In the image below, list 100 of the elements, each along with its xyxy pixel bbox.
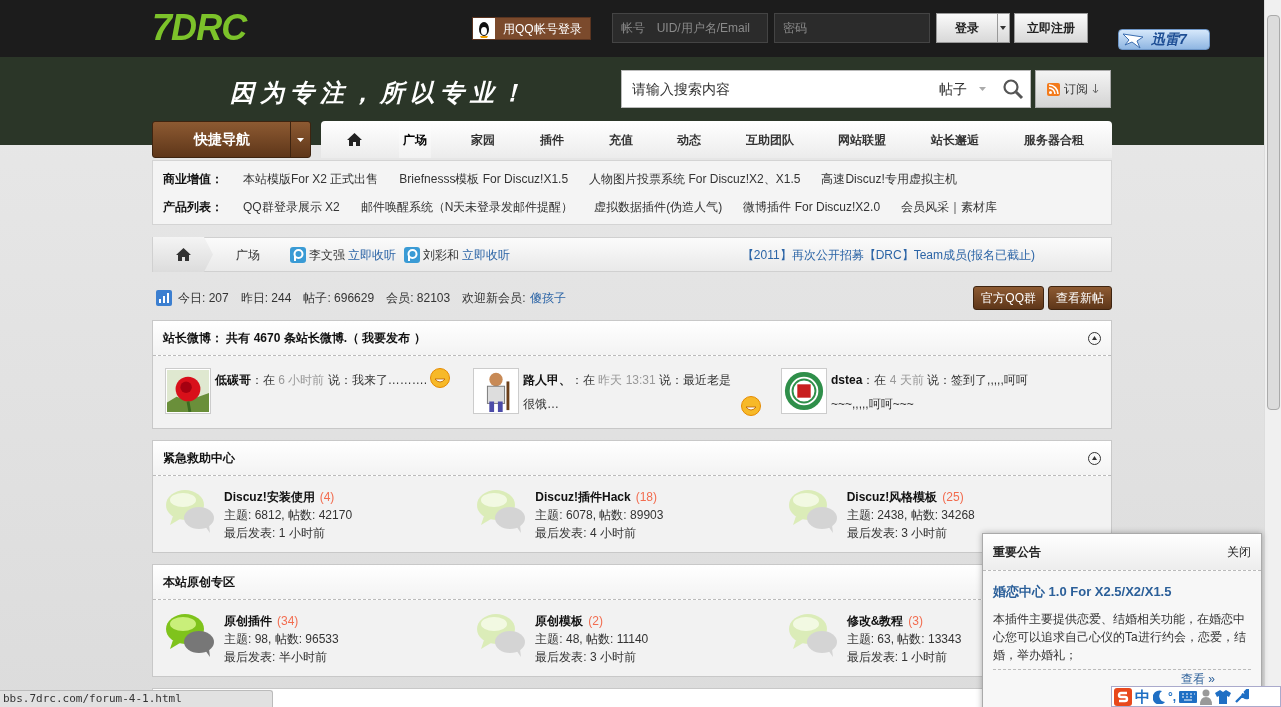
password-field[interactable]: 密码 <box>773 13 930 43</box>
emoji-icon <box>741 396 761 416</box>
forum-link[interactable]: 原创模板 <box>535 612 584 630</box>
slogan: 因为专注，所以专业！ <box>229 77 531 109</box>
follow-link[interactable]: 立即收听 <box>348 245 396 264</box>
nav-tab[interactable]: 互助团队 <box>741 121 798 158</box>
emoji-icon <box>430 368 451 388</box>
forum-link[interactable]: Discuz!风格模板 <box>846 488 938 506</box>
rss-icon <box>1047 82 1060 96</box>
last-post: 最后发表: 4 小时前 <box>535 525 637 542</box>
caret-icon <box>1000 26 1007 30</box>
input-mode-button[interactable]: 中 <box>1135 687 1150 706</box>
wrench-icon <box>1234 689 1250 704</box>
penguin-icon <box>473 18 495 39</box>
panel-title: 本站原创专区 <box>163 574 235 591</box>
last-post: 最后发表: 1 小时前 <box>846 649 949 666</box>
subscribe-button[interactable]: 订阅 <box>1035 70 1111 108</box>
post-text: 路人甲、：在 昨天 13:31 说：最近老是很饿… <box>523 372 733 413</box>
nav-tab[interactable]: 动态 <box>673 121 706 158</box>
listen-icon <box>290 246 306 263</box>
shirt-icon <box>1215 689 1232 704</box>
nav-tab[interactable]: 插件 <box>536 121 569 158</box>
headline-link[interactable]: 婚恋中心 1.0 For X2.5/X2/X1.5 <box>993 582 1251 602</box>
forum-stats: 主题: 6812, 帖数: 42170 <box>224 507 353 524</box>
home-icon <box>347 133 363 146</box>
promo-link[interactable]: 会员风采｜素材库 <box>901 197 998 216</box>
home-link[interactable] <box>153 237 213 272</box>
post-text: 低碳哥：在 6 小时前 说：我来了………. <box>215 372 428 389</box>
up-arrow-icon <box>1092 336 1097 340</box>
moon-icon <box>1153 689 1165 704</box>
up-arrow-icon <box>1092 456 1097 460</box>
user-name: 李文强 <box>309 246 345 264</box>
nav-tab[interactable]: 网站联盟 <box>834 121 891 158</box>
action-button[interactable]: 官方QQ群 <box>973 285 1044 310</box>
qq-login-button[interactable]: 用QQ帐号登录 <box>472 17 591 40</box>
promo-link[interactable]: 高速Discuz!专用虚拟主机 <box>821 169 957 188</box>
thread-count: (34) <box>277 613 299 630</box>
close-button[interactable]: 关闭 <box>1227 543 1251 561</box>
stat-text: 今日: 207 <box>178 289 229 307</box>
stat-text: 帖子: 696629 <box>303 289 375 307</box>
listen-icon <box>404 246 420 263</box>
forum-link[interactable]: Discuz!安装使用 <box>224 488 315 506</box>
more-link[interactable]: 查看 » <box>1181 671 1215 686</box>
promo-link[interactable]: QQ群登录展示 X2 <box>243 197 340 216</box>
status-bar: bbs.7drc.com/forum-4-1.html <box>0 690 273 707</box>
login-button[interactable]: 登录 <box>935 13 998 43</box>
breadcrumb-current: 广场 <box>236 246 260 264</box>
thread-count: (18) <box>635 489 658 506</box>
thread-count: (25) <box>942 489 964 506</box>
stat-text: 昨日: 244 <box>240 289 292 307</box>
promo-link[interactable]: 虚拟数据插件(伪造人气) <box>594 197 723 216</box>
site-logo[interactable]: 7DRC <box>152 8 472 48</box>
nav-tab[interactable]: 站长邂逅 <box>927 121 984 158</box>
popup-title: 重要公告 <box>993 544 1041 561</box>
search-type-select[interactable]: 帖子 <box>939 78 967 100</box>
last-post: 最后发表: 半小时前 <box>224 649 328 666</box>
forum-stats: 主题: 48, 帖数: 11140 <box>535 631 649 648</box>
row-label: 产品列表： <box>163 198 224 216</box>
thread-count: (2) <box>588 613 603 630</box>
row-label: 商业增值： <box>163 170 224 188</box>
announcement-text: 本插件主要提供恋爱、结婚相关功能，在婚恋中心您可以追求自己心仪的Ta进行约会，恋爱，结婚，举办婚礼； <box>993 610 1247 664</box>
app-badge[interactable]: 迅雷7 <box>1118 29 1210 50</box>
promo-link[interactable]: 本站模版For X2 正式出售 <box>243 169 379 188</box>
scrollbar[interactable] <box>1264 0 1281 686</box>
forum-stats: 主题: 98, 帖数: 96533 <box>224 631 339 648</box>
forum-link[interactable]: 修改&教程 <box>846 612 904 630</box>
notice-link[interactable]: 【2011】再次公开招募【DRC】Team成员(报名已截止) <box>741 245 1035 264</box>
caret-icon <box>979 87 986 91</box>
user-name: 刘彩和 <box>423 246 459 264</box>
punctuation-button[interactable]: °, <box>1168 688 1177 705</box>
follow-link[interactable]: 立即收听 <box>462 245 510 264</box>
post-text: dstea：在 4 天前 说：签到了,,,,,呵呵~~~,,,,,呵呵~~~ <box>831 372 1029 413</box>
last-post: 最后发表: 3 小时前 <box>846 525 949 542</box>
forum-link[interactable]: Discuz!插件Hack <box>535 488 631 506</box>
down-arrow-icon <box>1092 84 1099 94</box>
search-field[interactable]: 请输入搜索内容 帖子 <box>621 70 1031 108</box>
nav-tab[interactable]: 服务器合租 <box>1019 121 1088 158</box>
promo-link[interactable]: 邮件唤醒系统（N天未登录发邮件提醒） <box>360 197 574 216</box>
stat-label: 欢迎新会员: <box>462 289 526 307</box>
register-button[interactable]: 立即注册 <box>1013 13 1088 43</box>
quick-nav-button[interactable]: 快捷导航 <box>152 121 311 158</box>
caret-icon <box>297 137 304 142</box>
panel-title: 紧急救助中心 <box>163 450 235 467</box>
promo-link[interactable]: 微博插件 For Discuz!X2.0 <box>743 197 881 216</box>
forum-stats: 主题: 63, 帖数: 13343 <box>846 631 962 648</box>
forum-link[interactable]: 原创插件 <box>224 612 272 630</box>
panel-title: 站长微博： 共有 4670 条站长微博.（ 我要发布 ） <box>163 330 426 347</box>
username-field[interactable]: 帐号 UID/用户名/Email <box>611 13 768 43</box>
home-icon <box>175 248 191 261</box>
last-post: 最后发表: 3 小时前 <box>535 649 637 666</box>
promo-link[interactable]: 人物图片投票系统 For Discuz!X2、X1.5 <box>589 169 801 188</box>
search-icon <box>1002 78 1024 100</box>
action-button[interactable]: 查看新帖 <box>1048 285 1112 310</box>
person-icon <box>1200 688 1213 705</box>
member-link[interactable]: 傻孩子 <box>529 288 566 307</box>
forum-stats: 主题: 6078, 帖数: 89903 <box>535 507 664 524</box>
stat-text: 会员: 82103 <box>386 289 451 307</box>
nav-tab[interactable]: 家园 <box>467 121 500 158</box>
nav-tab[interactable]: 充值 <box>604 121 637 158</box>
promo-link[interactable]: Briefnesss模板 For Discuz!X1.5 <box>399 169 569 188</box>
